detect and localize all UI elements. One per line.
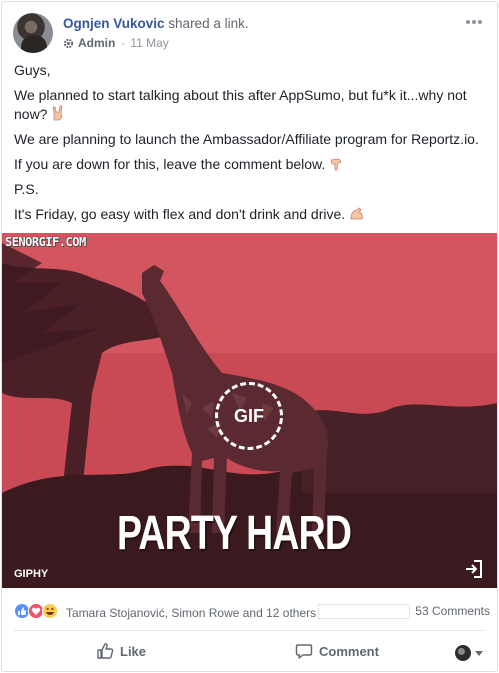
- author-line: Ognjen Vukovic shared a link.: [63, 16, 249, 31]
- chevron-down-icon: [475, 650, 483, 656]
- love-reaction-icon: [28, 603, 44, 619]
- thumbs-up-icon: [97, 643, 114, 659]
- reaction-avatar-selector[interactable]: [455, 645, 483, 661]
- like-button[interactable]: Like: [96, 642, 146, 660]
- flexed-biceps-emoji-icon: [350, 207, 363, 220]
- gif-caption: PARTY HARD: [117, 507, 352, 560]
- reaction-icons[interactable]: [14, 602, 64, 620]
- post-meta: Admin · 11 May: [63, 36, 169, 50]
- comment-button[interactable]: Comment: [295, 642, 379, 660]
- comment-bubble-icon: [295, 644, 313, 659]
- gif-source[interactable]: GIPHY: [14, 568, 48, 580]
- role-badge: Admin: [78, 36, 116, 50]
- post-header: Ognjen Vukovic shared a link. Admin · 11…: [13, 13, 483, 55]
- post-line: P.S.: [14, 181, 39, 197]
- pointing-down-emoji-icon: [330, 158, 342, 171]
- gif-play-badge[interactable]: GIF: [215, 382, 283, 450]
- more-options-icon[interactable]: [465, 13, 483, 27]
- mini-avatar: [455, 645, 471, 661]
- post-line: It's Friday, go easy with flex and don't…: [14, 205, 490, 224]
- post-line: If you are down for this, leave the comm…: [14, 155, 490, 174]
- comments-count[interactable]: 53 Comments: [415, 604, 490, 618]
- meta-separator: ·: [121, 36, 126, 50]
- expand-icon[interactable]: [464, 559, 484, 579]
- watermark: SENORGIF.COM: [5, 235, 86, 249]
- post-line: We are planning to launch the Ambassador…: [14, 131, 479, 147]
- haha-reaction-icon: [42, 603, 58, 619]
- redacted-area: [318, 604, 411, 619]
- like-label: Like: [120, 643, 147, 659]
- gear-icon: [63, 38, 74, 48]
- avatar[interactable]: [13, 13, 53, 53]
- reaction-stats: Tamara Stojanović, Simon Rowe and 12 oth…: [14, 600, 490, 622]
- rock-hand-emoji-icon: [52, 105, 63, 121]
- action-bar: Like Comment: [2, 638, 497, 666]
- post-card: Ognjen Vukovic shared a link. Admin · 11…: [1, 1, 498, 672]
- reactors-list[interactable]: Tamara Stojanović, Simon Rowe and 12 oth…: [66, 604, 411, 620]
- comment-label: Comment: [319, 643, 379, 659]
- post-date[interactable]: 11 May: [130, 36, 168, 50]
- divider: [14, 630, 485, 631]
- share-action: shared a link.: [168, 16, 249, 31]
- like-reaction-icon: [14, 603, 30, 619]
- author-name[interactable]: Ognjen Vukovic: [63, 16, 165, 31]
- gif-media[interactable]: SENORGIF.COM GIF PARTY HARD GIPHY: [2, 233, 497, 588]
- post-line: Guys,: [14, 62, 51, 78]
- post-text: Guys, We planned to start talking about …: [14, 61, 490, 230]
- post-line: We planned to start talking about this a…: [14, 87, 467, 122]
